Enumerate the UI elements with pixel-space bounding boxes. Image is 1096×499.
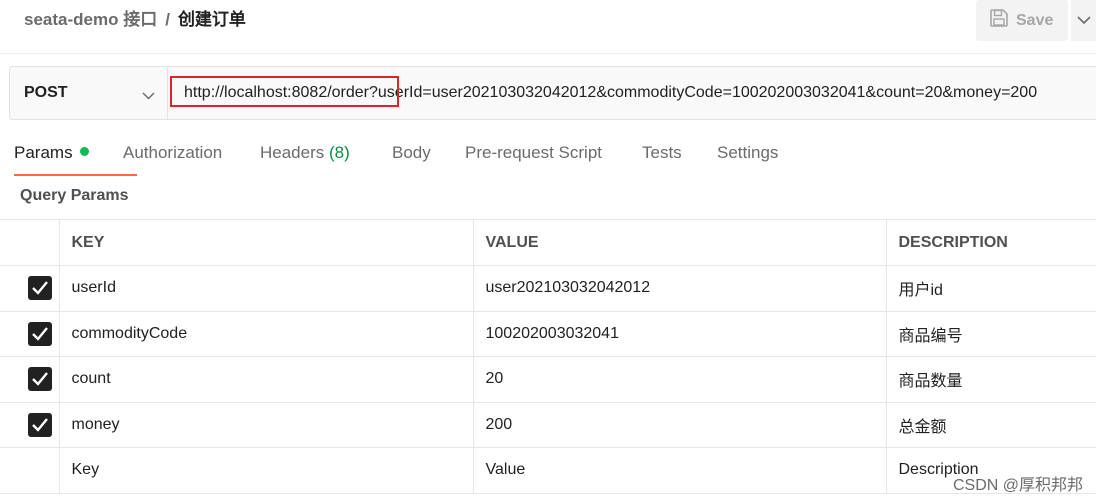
column-header-select — [0, 219, 60, 266]
tab-params[interactable]: Params — [14, 142, 137, 176]
method-label: POST — [24, 84, 68, 101]
param-description-cell[interactable]: 商品数量 — [886, 356, 1096, 403]
tab-body-label: Body — [392, 143, 431, 162]
param-description-cell[interactable]: 总金额 — [886, 401, 1096, 448]
column-header-description: DESCRIPTION — [886, 219, 1096, 266]
query-params-title: Query Params — [20, 187, 129, 204]
column-header-key: KEY — [59, 219, 474, 266]
table-row: commodityCode 100202003032041 商品编号 — [0, 310, 1096, 357]
method-select[interactable]: POST — [10, 67, 168, 119]
param-value-cell[interactable]: user202103032042012 — [473, 265, 887, 312]
request-header: seata-demo 接口 / 创建订单 Save — [0, 0, 1096, 54]
table-row: money 200 总金额 — [0, 401, 1096, 448]
table-header-row: KEY VALUE DESCRIPTION — [0, 219, 1096, 266]
param-key-cell[interactable]: userId — [59, 265, 474, 312]
breadcrumb-request-name[interactable]: 创建订单 — [178, 10, 246, 29]
param-key-cell[interactable]: commodityCode — [59, 310, 474, 357]
query-params-table: KEY VALUE DESCRIPTION userId user2021030… — [0, 219, 1096, 494]
tab-pre-request-script[interactable]: Pre-request Script — [465, 142, 642, 176]
watermark: CSDN @厚积邦邦 — [952, 477, 1083, 494]
param-value-cell[interactable]: 100202003032041 — [473, 310, 887, 357]
param-description-cell[interactable]: 用户id — [886, 265, 1096, 312]
param-key-cell[interactable]: count — [59, 356, 474, 403]
url-highlight-box — [170, 76, 399, 107]
tab-settings[interactable]: Settings — [717, 142, 797, 176]
tab-headers[interactable]: Headers (8) — [260, 142, 392, 176]
tab-tests-label: Tests — [642, 143, 682, 162]
table-row: userId user202103032042012 用户id — [0, 265, 1096, 312]
save-icon — [990, 9, 1008, 32]
breadcrumb-collection[interactable]: seata-demo 接口 — [24, 10, 157, 29]
save-label: Save — [1016, 11, 1054, 29]
breadcrumb-separator: / — [165, 10, 170, 29]
param-value-cell[interactable]: 20 — [473, 356, 887, 403]
param-key-cell[interactable]: money — [59, 401, 474, 448]
headers-count-badge: (8) — [329, 143, 350, 162]
column-header-value: VALUE — [473, 219, 887, 266]
table-row: count 20 商品数量 — [0, 356, 1096, 403]
param-value-cell[interactable]: 200 — [473, 401, 887, 448]
tab-tests[interactable]: Tests — [642, 142, 717, 176]
breadcrumb: seata-demo 接口 / 创建订单 — [24, 10, 246, 30]
tab-settings-label: Settings — [717, 143, 779, 162]
params-active-dot — [79, 147, 89, 156]
save-button[interactable]: Save — [976, 0, 1068, 41]
param-enabled-checkbox[interactable] — [28, 412, 52, 437]
request-tabs: Params Authorization Headers (8) Body Pr… — [14, 142, 797, 176]
tab-body[interactable]: Body — [392, 142, 465, 176]
chevron-down-icon — [142, 87, 155, 105]
tab-authorization[interactable]: Authorization — [123, 142, 260, 176]
chevron-down-icon — [1076, 12, 1091, 30]
new-param-value-input[interactable]: Value — [473, 447, 887, 494]
table-row-new: Key Value Description — [0, 447, 1096, 494]
param-description-cell[interactable]: 商品编号 — [886, 310, 1096, 357]
tab-params-label: Params — [14, 143, 73, 162]
param-enabled-checkbox[interactable] — [28, 367, 52, 392]
save-options-button[interactable] — [1071, 0, 1096, 41]
new-param-key-input[interactable]: Key — [59, 447, 474, 494]
param-enabled-checkbox[interactable] — [28, 276, 52, 301]
tab-authorization-label: Authorization — [123, 143, 223, 162]
param-enabled-checkbox[interactable] — [28, 321, 52, 346]
tab-pre-request-script-label: Pre-request Script — [465, 143, 602, 162]
tab-headers-label: Headers — [260, 143, 325, 162]
